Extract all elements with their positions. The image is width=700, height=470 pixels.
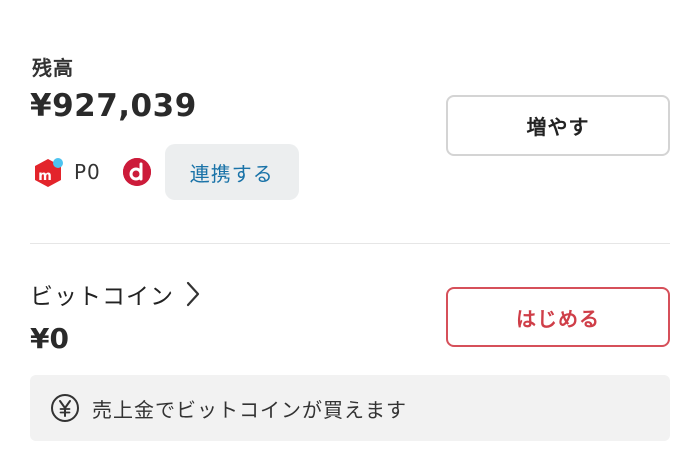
d-point-icon	[122, 158, 151, 186]
balance-amount: ¥927,039	[30, 88, 197, 124]
increase-button[interactable]: 増やす	[446, 95, 670, 156]
bitcoin-info-banner: 売上金でビットコインが買えます	[30, 375, 670, 441]
start-bitcoin-button[interactable]: はじめる	[446, 287, 670, 347]
merpay-icon: m	[32, 156, 64, 188]
merpay-points: P0	[74, 160, 101, 184]
svg-text:m: m	[38, 169, 52, 184]
yen-circle-icon	[50, 393, 80, 423]
bitcoin-title-link[interactable]: ビットコイン	[30, 276, 200, 312]
bitcoin-amount: ¥0	[30, 322, 69, 355]
bitcoin-title: ビットコイン	[30, 284, 174, 310]
points-row: m P0 連携する	[32, 144, 299, 200]
balance-label: 残高	[32, 56, 74, 80]
chevron-right-icon	[186, 281, 200, 307]
wallet-page: 残高 ¥927,039 m P0 連携する 増やす ビットコイン ¥0 はじめる…	[0, 0, 700, 470]
link-button[interactable]: 連携する	[164, 144, 299, 200]
section-divider	[30, 243, 670, 244]
bitcoin-info-text: 売上金でビットコインが買えます	[92, 397, 407, 422]
